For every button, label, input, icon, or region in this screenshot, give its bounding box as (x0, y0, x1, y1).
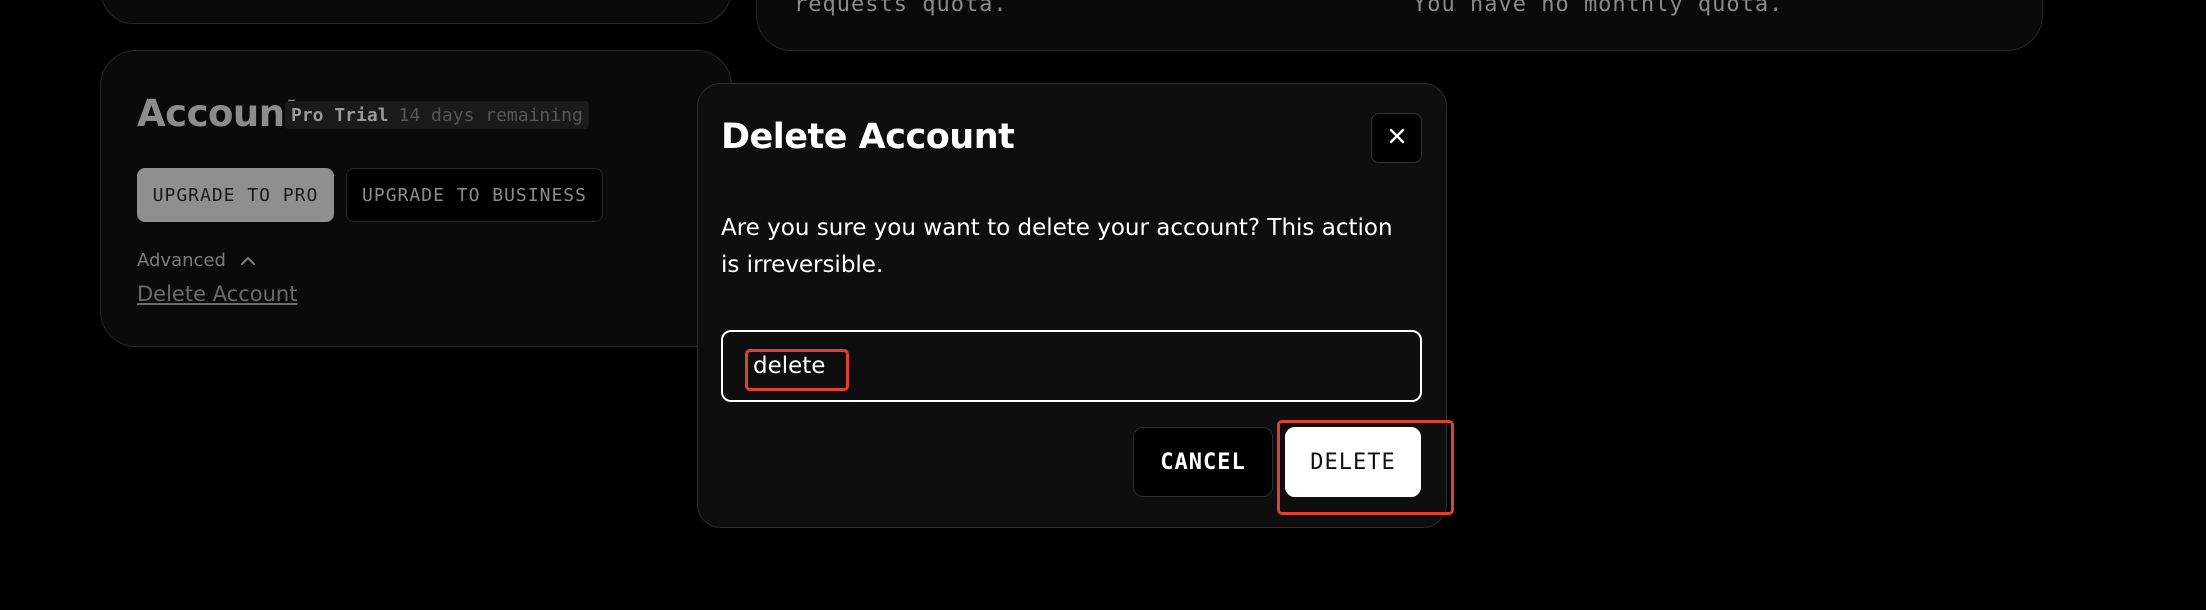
quota-text-left: requests quota. (794, 0, 1008, 17)
modal-message: Are you sure you want to delete your acc… (721, 215, 1393, 278)
modal-title: Delete Account (721, 117, 1015, 157)
plan-badge: Pro Trial 14 days remaining (285, 101, 589, 129)
advanced-label: Advanced (137, 250, 226, 271)
plan-remaining: 14 days remaining (398, 104, 583, 126)
upgrade-to-business-button[interactable]: UPGRADE TO BUSINESS (346, 168, 603, 222)
cancel-button[interactable]: CANCEL (1133, 427, 1273, 497)
plan-name: Pro Trial (291, 104, 389, 126)
quota-text-right: You have no monthly quota. (1413, 0, 1784, 17)
advanced-toggle[interactable]: Advanced (137, 250, 256, 271)
close-button[interactable] (1371, 113, 1422, 163)
upgrade-to-pro-button[interactable]: UPGRADE TO PRO (137, 168, 334, 222)
delete-confirmation-input[interactable] (721, 330, 1422, 402)
delete-account-link[interactable]: Delete Account (137, 282, 297, 306)
account-title: Account (137, 92, 302, 135)
close-icon (1388, 127, 1406, 149)
chevron-up-icon (240, 256, 256, 266)
delete-button[interactable]: DELETE (1285, 427, 1421, 497)
top-left-card (101, 0, 731, 24)
